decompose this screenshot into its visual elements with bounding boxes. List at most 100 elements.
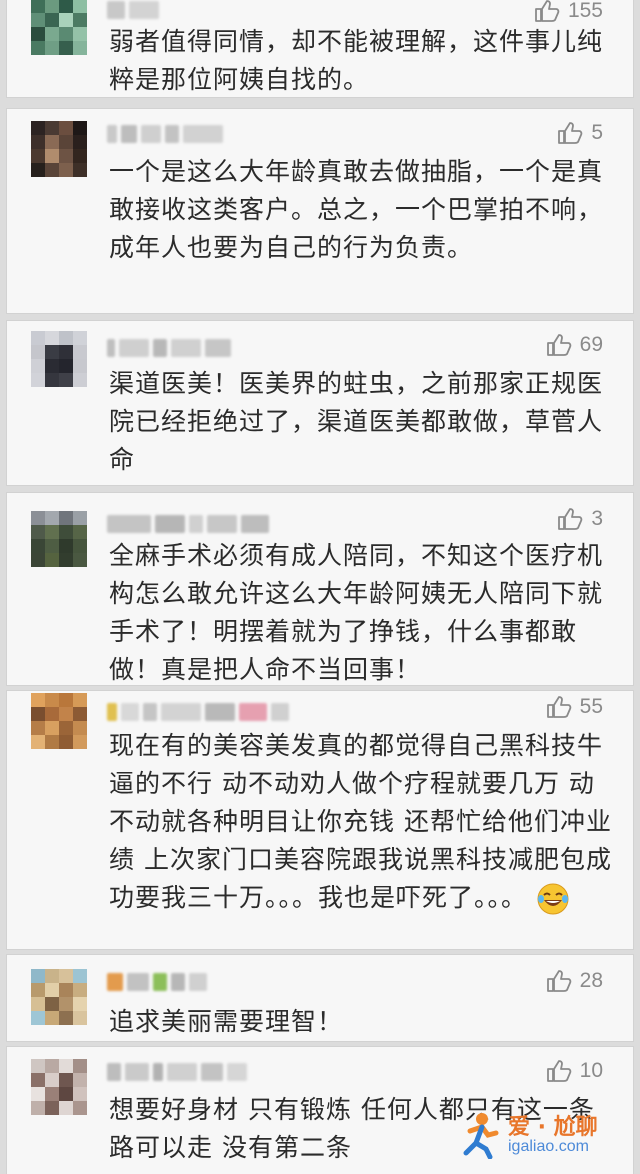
avatar-pixel [45,163,59,177]
like-control[interactable]: 28 [546,969,603,993]
avatar-pixel [31,1059,45,1073]
running-figure-logo-icon [452,1109,502,1163]
avatar[interactable] [31,1059,87,1115]
avatar[interactable] [31,121,87,177]
avatar-pixel [31,735,45,749]
watermark-url: igaliao.com [508,1138,589,1156]
avatar-pixel [59,41,73,55]
comment-text: 一个是这么大年龄真敢去做抽脂，一个是真敢接收这类客户。总之，一个巴掌拍不响，成年… [109,157,604,262]
avatar-pixel [45,1011,59,1025]
avatar-pixel [45,969,59,983]
avatar-pixel [59,707,73,721]
avatar[interactable] [31,331,87,387]
thumbs-up-icon [546,1059,572,1083]
avatar-pixel [31,135,45,149]
avatar-pixel [31,163,45,177]
avatar-pixel [59,983,73,997]
username-redacted[interactable] [107,513,269,535]
avatar-pixel [31,121,45,135]
avatar-pixel [73,135,87,149]
avatar-pixel [31,1101,45,1115]
avatar-pixel [73,331,87,345]
username-redacted[interactable] [107,1061,247,1083]
avatar-pixel [59,511,73,525]
like-control[interactable]: 5 [557,121,603,145]
avatar-pixel [45,525,59,539]
watermark-title: 爱 · 尬聊 [508,1115,598,1141]
like-count: 155 [567,0,603,22]
laughing-tears-emoji-icon [536,882,570,916]
comment-card: 28 追求美丽需要理智！ [6,954,634,1042]
avatar-pixel [73,1101,87,1115]
avatar-pixel [73,1073,87,1087]
avatar-pixel [45,27,59,41]
like-control[interactable]: 155 [534,0,603,23]
thumbs-up-icon [534,0,560,23]
username-redacted[interactable] [107,701,289,723]
username-redacted[interactable] [107,971,207,993]
username-redacted[interactable] [107,337,231,359]
avatar-pixel [31,0,45,13]
avatar-pixel [31,1073,45,1087]
username-redacted[interactable] [107,0,159,21]
thumbs-up-icon [546,333,572,357]
avatar-pixel [59,1011,73,1025]
avatar-pixel [45,539,59,553]
avatar-pixel [73,163,87,177]
avatar-pixel [59,693,73,707]
avatar-pixel [45,693,59,707]
thumbs-up-icon [557,121,583,145]
thumbs-up-icon [546,695,572,719]
avatar-pixel [59,553,73,567]
avatar-pixel [45,0,59,13]
avatar-pixel [31,721,45,735]
comment-text: 全麻手术必须有成人陪同，不知这个医疗机构怎么敢允许这么大年龄阿姨无人陪同下就手术… [109,541,604,684]
avatar-pixel [45,1087,59,1101]
comment-card: 155 弱者值得同情，却不能被理解，这件事儿纯粹是那位阿姨自找的。 [6,0,634,98]
avatar-pixel [31,997,45,1011]
avatar-pixel [45,121,59,135]
avatar-pixel [31,969,45,983]
avatar-pixel [59,331,73,345]
thumbs-up-icon [557,507,583,531]
avatar-pixel [73,373,87,387]
like-control[interactable]: 10 [546,1059,603,1083]
avatar-pixel [31,13,45,27]
avatar-pixel [59,1087,73,1101]
avatar-pixel [45,345,59,359]
like-control[interactable]: 55 [546,695,603,719]
avatar-pixel [31,707,45,721]
avatar-mosaic [31,331,87,387]
avatar-pixel [31,511,45,525]
avatar-pixel [45,373,59,387]
comment-text: 现在有的美容美发真的都觉得自己黑科技牛逼的不行 动不动劝人做个疗程就要几万 动不… [109,727,619,917]
avatar-pixel [45,149,59,163]
avatar-pixel [45,1073,59,1087]
like-control[interactable]: 3 [557,507,603,531]
avatar-pixel [73,13,87,27]
avatar-pixel [59,163,73,177]
avatar-pixel [59,135,73,149]
avatar-pixel [59,359,73,373]
avatar-pixel [73,1087,87,1101]
comment-card: 3 全麻手术必须有成人陪同，不知这个医疗机构怎么敢允许这么大年龄阿姨无人陪同下就… [6,492,634,686]
username-redacted[interactable] [107,123,223,145]
comment-text: 弱者值得同情，却不能被理解，这件事儿纯粹是那位阿姨自找的。 [109,27,604,94]
avatar-pixel [45,359,59,373]
avatar-pixel [73,693,87,707]
avatar-pixel [59,997,73,1011]
avatar-pixel [59,345,73,359]
avatar-pixel [59,1059,73,1073]
avatar[interactable] [31,0,87,55]
like-control[interactable]: 69 [546,333,603,357]
avatar-pixel [45,553,59,567]
avatar-pixel [73,969,87,983]
avatar[interactable] [31,693,87,749]
avatar-pixel [59,969,73,983]
avatar-pixel [45,41,59,55]
avatar-pixel [73,553,87,567]
avatar[interactable] [31,511,87,567]
avatar[interactable] [31,969,87,1025]
like-count: 10 [579,1059,603,1082]
avatar-pixel [59,539,73,553]
